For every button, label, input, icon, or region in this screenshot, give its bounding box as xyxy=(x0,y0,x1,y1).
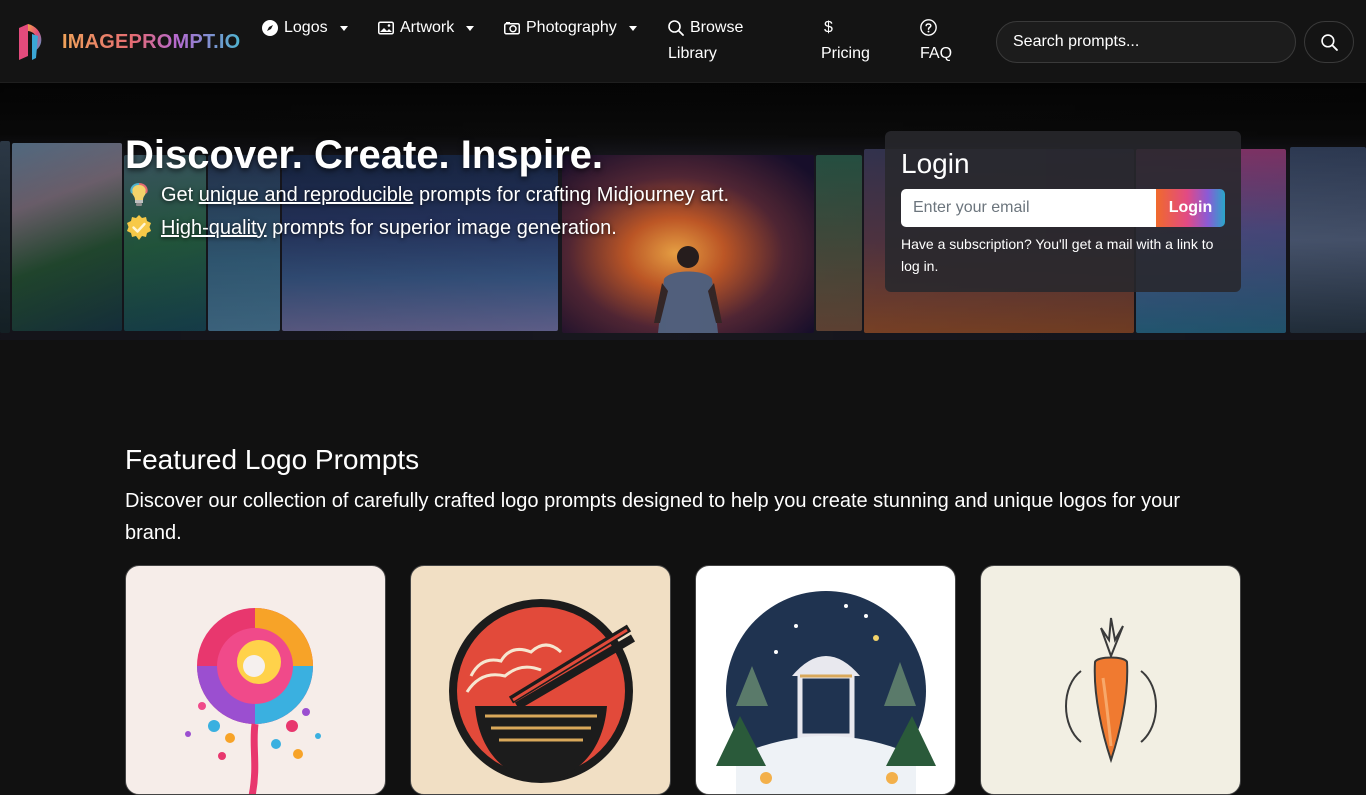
hero-line1-suffix: prompts for crafting Midjourney art. xyxy=(413,183,730,206)
hero-section: Discover. Create. Inspire. Get unique an… xyxy=(0,83,1366,340)
unique-reproducible-link[interactable]: unique and reproducible xyxy=(199,184,414,206)
nav-browse-label: Browse xyxy=(690,19,744,36)
login-title: Login xyxy=(901,148,970,179)
search-icon xyxy=(1320,33,1338,51)
nav-faq-label: FAQ xyxy=(920,45,953,62)
search-icon xyxy=(668,20,684,36)
chevron-down-icon xyxy=(628,26,637,31)
brand-name: IMAGEPROMPT.IO xyxy=(62,30,241,53)
ramen-bowl-logo-image xyxy=(449,599,636,783)
nav-photography[interactable]: Photography xyxy=(504,15,637,41)
logo-card-ramen[interactable] xyxy=(410,565,671,795)
nav-pricing-label: Pricing xyxy=(821,45,870,62)
featured-title: Featured Logo Prompts xyxy=(125,444,420,475)
nav-pricing[interactable]: $ Pricing xyxy=(821,15,870,67)
image-icon xyxy=(378,21,394,35)
email-field[interactable] xyxy=(901,189,1156,227)
nav-browse-library[interactable]: Browse Library xyxy=(668,15,743,67)
compass-icon xyxy=(262,20,278,36)
winter-gazebo-logo-image xyxy=(716,591,936,794)
lollipop-logo-image xyxy=(185,608,321,794)
login-form: Login xyxy=(901,189,1225,227)
dollar-icon: $ xyxy=(824,19,833,36)
hero-line-unique: Get unique and reproducible prompts for … xyxy=(125,181,729,209)
hero-line2-suffix: prompts for superior image generation. xyxy=(266,216,617,239)
carrot-logo-image xyxy=(1065,617,1157,764)
navbar: IMAGEPROMPT.IO Logos Artwork Photography… xyxy=(0,0,1366,83)
nav-logos-label: Logos xyxy=(284,19,328,36)
nav-photography-label: Photography xyxy=(526,19,617,36)
login-note: Have a subscription? You'll get a mail w… xyxy=(901,236,1214,274)
nav-artwork-label: Artwork xyxy=(400,19,455,36)
login-button[interactable]: Login xyxy=(1156,189,1225,227)
search-button[interactable] xyxy=(1304,21,1354,63)
nav-faq[interactable]: FAQ xyxy=(920,15,952,67)
chevron-down-icon xyxy=(339,26,348,31)
search-input[interactable] xyxy=(996,21,1296,63)
check-badge-icon xyxy=(127,215,151,240)
nav-logos[interactable]: Logos xyxy=(262,15,348,41)
camera-icon xyxy=(504,22,520,35)
brand-link[interactable]: IMAGEPROMPT.IO xyxy=(16,22,240,62)
lightbulb-icon xyxy=(130,183,148,206)
brand-logo-icon xyxy=(19,24,42,60)
chevron-down-icon xyxy=(466,26,475,31)
hero-title: Discover. Create. Inspire. xyxy=(125,133,604,177)
logo-card-lollipop[interactable] xyxy=(125,565,386,795)
nav-library-label: Library xyxy=(668,45,717,62)
logo-card-carrot[interactable] xyxy=(980,565,1241,795)
hero-line1-prefix: Get xyxy=(161,183,199,206)
question-circle-icon xyxy=(920,19,937,36)
nav-artwork[interactable]: Artwork xyxy=(378,15,475,41)
featured-description: Discover our collection of carefully cra… xyxy=(125,490,1181,544)
high-quality-link[interactable]: High-quality xyxy=(161,217,267,239)
login-card: Login Login Have a subscription? You'll … xyxy=(885,131,1241,292)
logo-card-winter-gazebo[interactable] xyxy=(695,565,956,795)
hero-line-quality: High-quality prompts for superior image … xyxy=(125,214,617,242)
